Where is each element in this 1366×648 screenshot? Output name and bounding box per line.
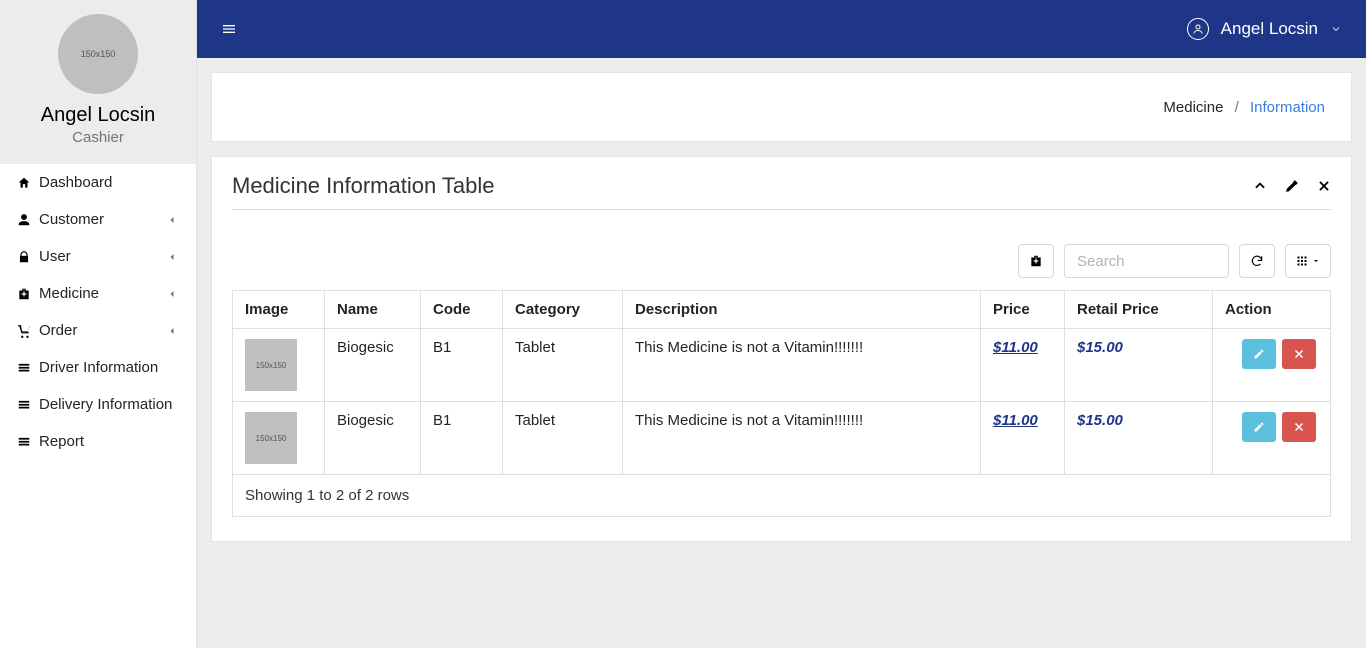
avatar: 150x150 (58, 14, 138, 94)
row-category: Tablet (503, 402, 623, 475)
medkit-icon (15, 287, 33, 301)
table-header-row: Image Name Code Category Description Pri… (233, 291, 1331, 329)
settings-icon[interactable] (1285, 179, 1299, 193)
cart-icon (15, 324, 33, 338)
user-menu[interactable]: Angel Locsin (1187, 18, 1342, 40)
profile-role: Cashier (0, 129, 196, 146)
sidebar-item-medicine[interactable]: Medicine (0, 275, 196, 312)
columns-button[interactable] (1285, 244, 1331, 278)
row-retail-price: $15.00 (1077, 412, 1123, 429)
col-action: Action (1213, 291, 1331, 329)
list-icon (15, 435, 33, 449)
sidebar-item-label: Delivery Information (39, 396, 172, 413)
sidebar-item-label: Dashboard (39, 174, 112, 191)
list-icon (15, 398, 33, 412)
user-avatar-icon (1187, 18, 1209, 40)
delete-button[interactable] (1282, 339, 1316, 369)
chevron-down-icon (1330, 23, 1342, 35)
sidebar-item-label: Order (39, 322, 77, 339)
sidebar-profile: 150x150 Angel Locsin Cashier (0, 0, 196, 164)
chevron-left-icon (166, 214, 178, 226)
sidebar-item-dashboard[interactable]: Dashboard (0, 164, 196, 201)
add-medicine-button[interactable] (1018, 244, 1054, 278)
sidebar-item-label: User (39, 248, 71, 265)
row-retail-price: $15.00 (1077, 339, 1123, 356)
col-price: Price (981, 291, 1065, 329)
row-description: This Medicine is not a Vitamin!!!!!!! (623, 402, 981, 475)
col-code: Code (421, 291, 503, 329)
breadcrumb-panel: Medicine / Information (211, 72, 1352, 142)
sidebar-item-label: Report (39, 433, 84, 450)
table-panel: Medicine Information Table (211, 156, 1352, 542)
main-content: Medicine / Information Medicine Informat… (197, 0, 1366, 556)
col-name: Name (325, 291, 421, 329)
chevron-left-icon (166, 251, 178, 263)
refresh-button[interactable] (1239, 244, 1275, 278)
table-toolbar (212, 210, 1351, 290)
breadcrumb-parent[interactable]: Medicine (1163, 99, 1223, 116)
sidebar-item-order[interactable]: Order (0, 312, 196, 349)
col-image: Image (233, 291, 325, 329)
profile-name: Angel Locsin (0, 104, 196, 127)
row-image-placeholder: 150x150 (245, 339, 297, 391)
user-name-label: Angel Locsin (1221, 19, 1318, 39)
sidebar-item-label: Driver Information (39, 359, 158, 376)
row-category: Tablet (503, 329, 623, 402)
panel-tools (1253, 179, 1331, 193)
row-price-link[interactable]: $11.00 (993, 339, 1038, 356)
sidebar-item-customer[interactable]: Customer (0, 201, 196, 238)
row-name: Biogesic (325, 402, 421, 475)
table-footer: Showing 1 to 2 of 2 rows (232, 475, 1331, 517)
panel-title: Medicine Information Table (232, 173, 495, 199)
col-retail-price: Retail Price (1065, 291, 1213, 329)
delete-button[interactable] (1282, 412, 1316, 442)
close-icon[interactable] (1317, 179, 1331, 193)
row-name: Biogesic (325, 329, 421, 402)
topbar: Angel Locsin (197, 0, 1366, 58)
row-description: This Medicine is not a Vitamin!!!!!!! (623, 329, 981, 402)
panel-header: Medicine Information Table (212, 157, 1351, 209)
sidebar-item-driver-info[interactable]: Driver Information (0, 349, 196, 386)
table-row: 150x150 Biogesic B1 Tablet This Medicine… (233, 329, 1331, 402)
nav-menu: Dashboard Customer User Medicine (0, 164, 196, 460)
home-icon (15, 176, 33, 190)
sidebar-item-label: Medicine (39, 285, 99, 302)
sidebar-item-user[interactable]: User (0, 238, 196, 275)
sidebar-item-report[interactable]: Report (0, 423, 196, 460)
sidebar-item-delivery-info[interactable]: Delivery Information (0, 386, 196, 423)
breadcrumb-current: Information (1250, 99, 1325, 116)
sidebar: 150x150 Angel Locsin Cashier Dashboard C… (0, 0, 197, 648)
row-code: B1 (421, 402, 503, 475)
chevron-left-icon (166, 325, 178, 337)
breadcrumb: Medicine / Information (1163, 99, 1325, 116)
edit-button[interactable] (1242, 339, 1276, 369)
lock-icon (15, 250, 33, 264)
row-price-link[interactable]: $11.00 (993, 412, 1038, 429)
col-category: Category (503, 291, 623, 329)
medicine-table: Image Name Code Category Description Pri… (232, 290, 1331, 475)
search-input[interactable] (1064, 244, 1229, 278)
row-code: B1 (421, 329, 503, 402)
menu-toggle-icon[interactable] (221, 21, 237, 37)
edit-button[interactable] (1242, 412, 1276, 442)
user-icon (15, 213, 33, 227)
table-row: 150x150 Biogesic B1 Tablet This Medicine… (233, 402, 1331, 475)
chevron-left-icon (166, 288, 178, 300)
sidebar-item-label: Customer (39, 211, 104, 228)
row-image-placeholder: 150x150 (245, 412, 297, 464)
breadcrumb-separator: / (1235, 99, 1239, 116)
list-icon (15, 361, 33, 375)
collapse-icon[interactable] (1253, 179, 1267, 193)
col-description: Description (623, 291, 981, 329)
